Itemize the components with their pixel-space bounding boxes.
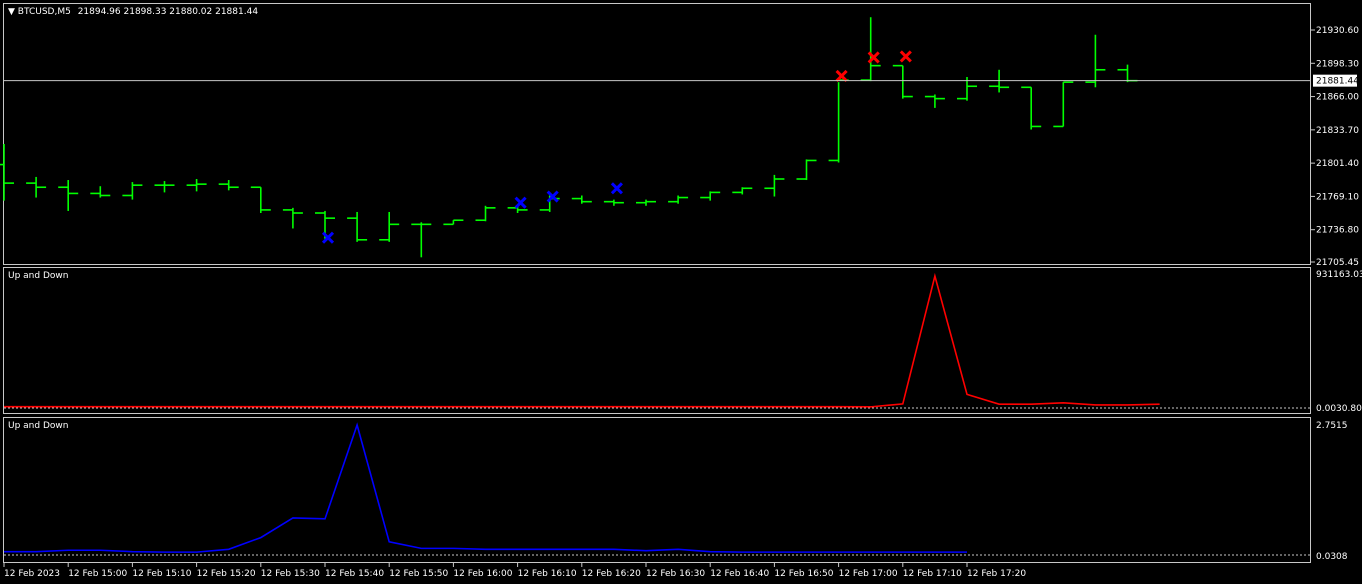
ohlc-bar [892, 64, 913, 99]
price-tick-label: 21930.60 [1316, 26, 1359, 36]
ohlc-bar [1117, 64, 1138, 83]
time-tick-label: 12 Feb 15:10 [132, 569, 191, 579]
ohlc-bar [571, 195, 592, 204]
chart-canvas: 21930.60 21898.30 21866.00 21833.70 21801.40… [0, 17, 1362, 579]
indicator-2-bottom-label: 0.0308 [1316, 552, 1348, 562]
time-tick-label: 12 Feb 15:00 [68, 569, 127, 579]
current-price-tag-label: 21881.44 [1316, 77, 1359, 87]
time-tick-label: 12 Feb 15:40 [325, 569, 384, 579]
time-tick-label: 12 Feb 16:40 [710, 569, 769, 579]
ohlc-bar [732, 187, 753, 195]
price-tick-label: 21833.70 [1316, 126, 1359, 136]
ohlc-bar [764, 174, 785, 197]
time-tick-label: 12 Feb 15:20 [197, 569, 256, 579]
ohlc-bar [26, 176, 47, 198]
price-tick-label: 21866.00 [1316, 93, 1359, 103]
ohlc-bar [475, 205, 496, 222]
time-tick-label: 12 Feb 16:10 [518, 569, 577, 579]
price-tick-label: 21801.40 [1316, 159, 1359, 169]
ohlc-bar [924, 94, 945, 108]
price-tick-label: 21705.45 [1316, 258, 1359, 268]
ohlc-bar [282, 207, 303, 229]
ohlc-bar [443, 219, 464, 226]
time-tick-label: 12 Feb 15:30 [261, 569, 320, 579]
time-tick-label: 12 Feb 16:00 [453, 569, 512, 579]
price-tick-label: 21898.30 [1316, 59, 1359, 69]
time-tick-label: 12 Feb 17:10 [903, 569, 962, 579]
time-tick-label: 12 Feb 17:20 [967, 569, 1026, 579]
buy-marker [610, 182, 623, 195]
ohlc-bar [0, 143, 14, 201]
time-tick-label: 12 Feb 15:50 [389, 569, 448, 579]
indicator-1-bottom-label: 0.0030.809 [1316, 404, 1362, 414]
sell-marker [899, 50, 912, 63]
price-tick-label: 21736.80 [1316, 226, 1359, 236]
ohlc-bar [603, 199, 624, 206]
price-tick-label: 21769.10 [1316, 192, 1359, 202]
ohlc-bar [411, 222, 432, 258]
indicator-2-top-label: 2.7515 [1316, 421, 1348, 431]
ohlc-bar [347, 211, 368, 242]
time-tick-label: 12 Feb 16:30 [646, 569, 705, 579]
indicator-1-series-line [4, 272, 1160, 408]
ohlc-bar [186, 178, 207, 192]
ohlc-bar [1085, 34, 1106, 88]
time-tick-label: 12 Feb 16:20 [582, 569, 641, 579]
indicator-1-top-label: 931163.034 [1316, 270, 1362, 280]
ohlc-bar [154, 181, 175, 193]
time-tick-label: 12 Feb 2023 [4, 569, 60, 579]
ohlc-bar [58, 180, 79, 211]
ohlc-bar [1053, 81, 1074, 128]
ohlc-bar [668, 195, 689, 204]
indicator-2-series-line [4, 422, 967, 553]
ohlc-bar [636, 199, 656, 206]
ohlc-bar [700, 191, 721, 201]
ohlc-bar [90, 186, 111, 198]
buy-marker [514, 196, 527, 209]
ohlc-bar [860, 17, 881, 82]
ohlc-bar [250, 186, 271, 214]
time-tick-label: 12 Feb 17:00 [839, 569, 898, 579]
ohlc-bar [379, 211, 400, 242]
time-tick-label: 12 Feb 16:50 [774, 569, 833, 579]
ohlc-bar [218, 180, 239, 191]
ohlc-bar [796, 159, 817, 181]
ohlc-bar [828, 79, 849, 163]
ohlc-bar [122, 182, 143, 200]
ohlc-bar [1021, 86, 1042, 130]
